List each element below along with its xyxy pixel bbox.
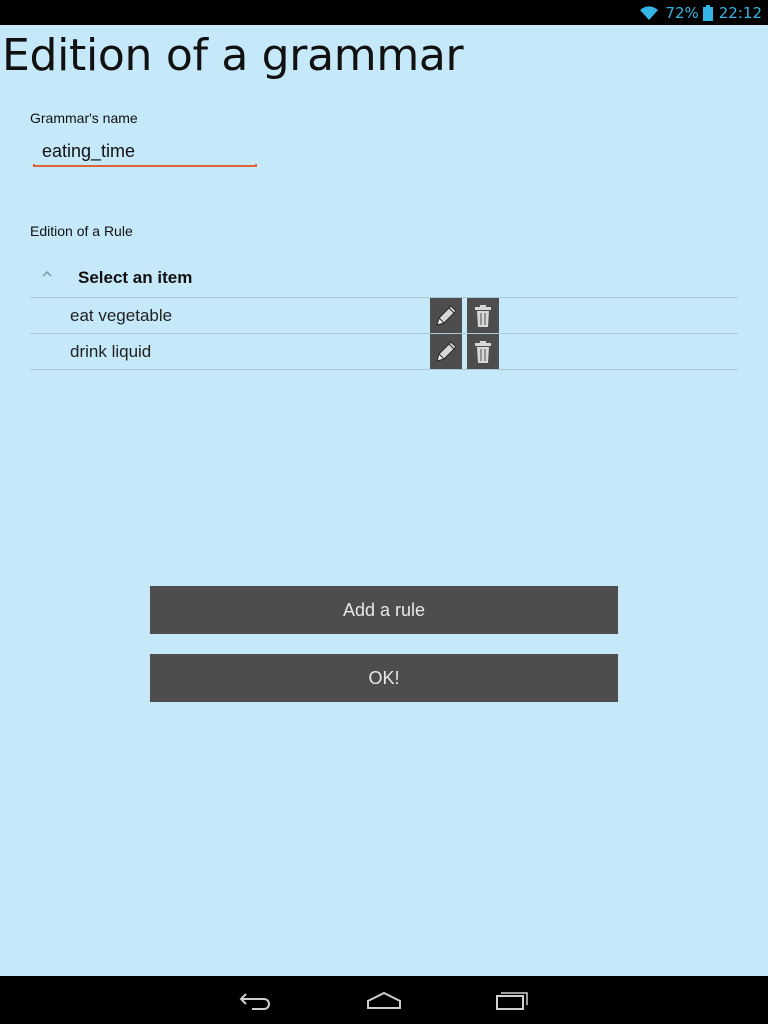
edit-rule-button[interactable] bbox=[430, 334, 462, 369]
delete-rule-button[interactable] bbox=[467, 334, 499, 369]
rule-list-header[interactable]: Select an item bbox=[30, 260, 738, 298]
navigation-bar bbox=[0, 976, 768, 1024]
wifi-icon bbox=[640, 5, 659, 20]
delete-rule-button[interactable] bbox=[467, 298, 499, 333]
rule-list-header-label: Select an item bbox=[78, 268, 193, 287]
recent-apps-icon[interactable] bbox=[495, 988, 531, 1012]
add-rule-button[interactable]: Add a rule bbox=[150, 586, 618, 634]
rule-label: eat vegetable bbox=[70, 306, 173, 325]
grammar-name-underline bbox=[33, 164, 257, 167]
grammar-name-label: Grammar's name bbox=[30, 110, 138, 126]
trash-icon bbox=[475, 340, 491, 363]
grammar-name-input[interactable] bbox=[33, 136, 257, 167]
clock: 22:12 bbox=[718, 3, 762, 22]
ok-button[interactable]: OK! bbox=[150, 654, 618, 702]
home-icon[interactable] bbox=[366, 988, 402, 1012]
rule-label: drink liquid bbox=[70, 342, 152, 361]
rule-row[interactable]: eat vegetable bbox=[30, 298, 738, 334]
rule-row[interactable]: drink liquid bbox=[30, 334, 738, 370]
pencil-icon bbox=[436, 304, 457, 326]
status-bar: 72% 22:12 bbox=[0, 0, 768, 25]
battery-icon bbox=[702, 4, 713, 21]
page-title: Edition of a grammar bbox=[2, 30, 464, 81]
chevron-up-icon bbox=[42, 270, 52, 277]
rule-section-label: Edition of a Rule bbox=[30, 223, 133, 239]
edit-rule-button[interactable] bbox=[430, 298, 462, 333]
back-icon[interactable] bbox=[238, 988, 274, 1012]
trash-icon bbox=[475, 304, 491, 327]
battery-percent: 72% bbox=[665, 3, 699, 22]
pencil-icon bbox=[436, 340, 457, 362]
